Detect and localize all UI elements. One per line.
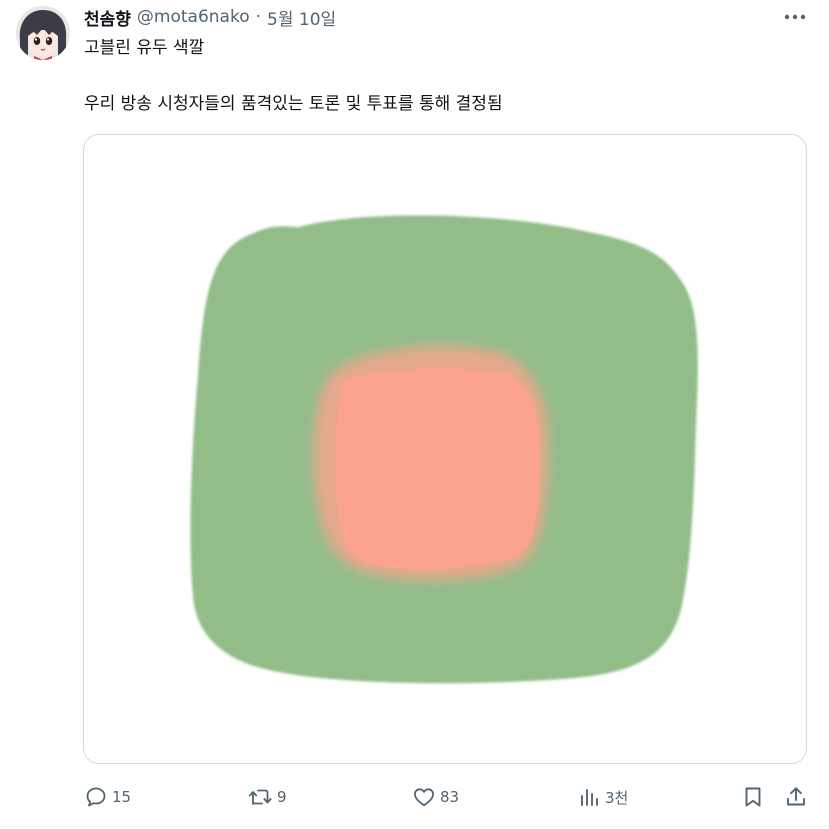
like-button[interactable]: 83 [412,782,459,812]
separator-dot: · [255,7,262,27]
bookmark-icon [745,787,761,807]
display-name[interactable]: 천솜향 [84,5,131,30]
speech-bubble-icon [86,787,106,807]
share-upload-icon [787,787,805,806]
tweet-date[interactable]: 5월 10일 [267,5,336,30]
tweet-text-line-1: 고블린 유두 색깔 [84,38,205,58]
more-horizontal-icon [784,14,806,20]
tweet: 천솜향 @mota6nako · 5월 10일 고블린 유두 색깔 우리 방송 … [0,0,829,829]
share-button[interactable] [784,782,808,812]
drawing-canvas [84,135,806,763]
retweet-button[interactable]: 9 [247,782,287,812]
more-options-button[interactable] [781,6,809,28]
views-count: 3천 [605,788,629,807]
retweet-count: 9 [277,788,287,806]
avatar-image [16,6,70,60]
tweet-actions-bar: 15 9 83 3천 [84,782,814,812]
bookmark-button[interactable] [741,782,765,812]
views-button[interactable]: 3천 [577,782,628,812]
tweet-header: 천솜향 @mota6nako · 5월 10일 [84,4,336,30]
divider [0,826,829,827]
reply-button[interactable]: 15 [84,782,131,812]
like-count: 83 [440,788,460,806]
bar-chart-icon [581,789,598,806]
heart-icon [414,788,434,807]
tweet-media-image[interactable] [83,134,807,764]
reply-count: 15 [112,788,132,806]
avatar[interactable] [16,6,70,60]
retweet-arrows-icon [248,789,272,805]
user-handle[interactable]: @mota6nako [137,7,250,27]
tweet-text-line-2: 우리 방송 시청자들의 품격있는 토론 및 투표를 통해 결정됨 [84,94,503,114]
salmon-square-shape [336,368,540,569]
